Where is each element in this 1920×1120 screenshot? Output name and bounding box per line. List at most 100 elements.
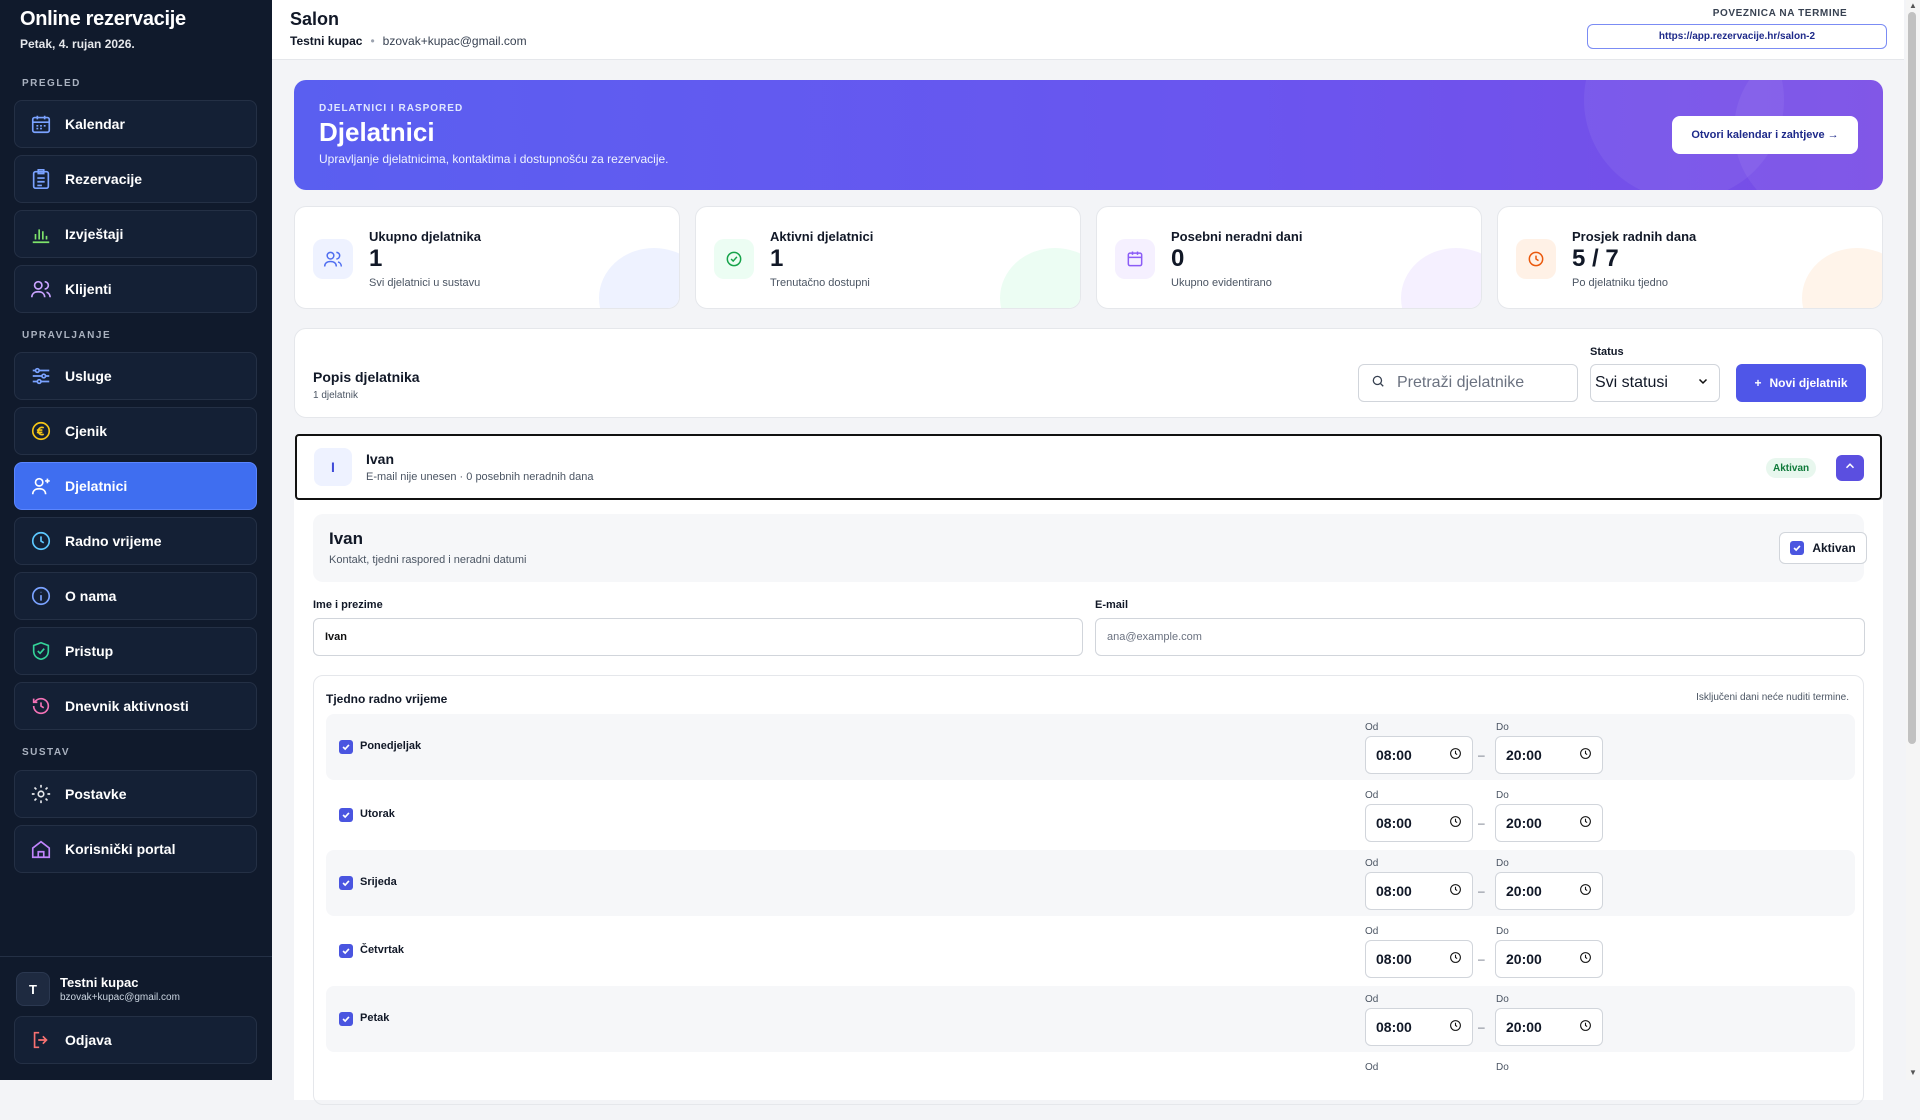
scroll-up-arrow[interactable]: ▲: [1909, 1, 1917, 10]
time-from-input[interactable]: 08:00: [1365, 804, 1473, 842]
booking-link[interactable]: https://app.rezervacije.hr/salon-2: [1587, 24, 1887, 49]
sidebar-item-dnevnik-aktivnosti[interactable]: Dnevnik aktivnosti: [14, 682, 257, 730]
scrollbar-thumb[interactable]: [1908, 12, 1916, 744]
time-to-value: 20:00: [1506, 747, 1542, 763]
chevron-up-icon: [1843, 459, 1857, 478]
day-name: Ponedjeljak: [360, 740, 422, 752]
to-label: Do: [1496, 790, 1509, 801]
to-label: Do: [1496, 858, 1509, 869]
day-row: Utorak Od Do 08:00 – 20:00: [326, 782, 1855, 848]
active-label: Aktivan: [1812, 541, 1856, 555]
topbar-user: Testni kupac: [290, 34, 363, 48]
sidebar-item-djelatnici[interactable]: Djelatnici: [14, 462, 257, 510]
sidebar: Online rezervacije Petak, 4. rujan 2026.…: [0, 0, 272, 1080]
stat-subtitle: Po djelatniku tjedno: [1572, 277, 1669, 289]
sidebar-item-usluge[interactable]: Usluge: [14, 352, 257, 400]
topbar-subtitle: Testni kupac • bzovak+kupac@gmail.com: [290, 34, 527, 48]
sidebar-item-o-nama[interactable]: O nama: [14, 572, 257, 620]
from-label: Od: [1365, 1062, 1379, 1073]
calendar-icon: [1115, 239, 1155, 279]
search-input[interactable]: Pretraži djelatnike: [1358, 364, 1578, 402]
weekly-schedule-note: Isključeni dani neće nuditi termine.: [1696, 692, 1849, 703]
employee-row[interactable]: I Ivan E-mail nije unesen · 0 posebnih n…: [295, 434, 1882, 500]
time-separator: –: [1478, 884, 1485, 898]
active-checkbox[interactable]: Aktivan: [1779, 532, 1867, 564]
sidebar-item-pristup[interactable]: Pristup: [14, 627, 257, 675]
day-checkbox[interactable]: [339, 808, 353, 822]
topbar-email: bzovak+kupac@gmail.com: [382, 34, 527, 48]
hero-banner: DJELATNICI I RASPORED Djelatnici Upravlj…: [294, 80, 1883, 190]
sidebar-item-postavke[interactable]: Postavke: [14, 770, 257, 818]
hero-title: Djelatnici: [319, 117, 435, 147]
time-from-input[interactable]: 08:00: [1365, 1008, 1473, 1046]
weekly-schedule: Tjedno radno vrijeme Isključeni dani neć…: [313, 675, 1864, 1105]
day-checkbox[interactable]: [339, 876, 353, 890]
search-icon: [1371, 374, 1385, 393]
clock-icon: [1579, 815, 1592, 831]
time-from-input[interactable]: 08:00: [1365, 940, 1473, 978]
sidebar-item-kalendar[interactable]: Kalendar: [14, 100, 257, 148]
sidebar-item-izvjestaji[interactable]: Izvještaji: [14, 210, 257, 258]
day-row: Četvrtak Od Do 08:00 – 20:00: [326, 918, 1855, 984]
time-to-input[interactable]: 20:00: [1495, 1008, 1603, 1046]
status-filter-select[interactable]: Svi statusi: [1590, 364, 1720, 402]
name-field-label: Ime i prezime: [313, 599, 383, 611]
sidebar-item-radno-vrijeme[interactable]: Radno vrijeme: [14, 517, 257, 565]
time-from-value: 08:00: [1376, 747, 1412, 763]
stat-card-average: Prosjek radnih dana 5 / 7 Po djelatniku …: [1497, 206, 1883, 309]
status-filter-value: Svi statusi: [1595, 374, 1668, 391]
scroll-down-arrow[interactable]: ▼: [1909, 1068, 1917, 1077]
stat-title: Prosjek radnih dana: [1572, 229, 1697, 244]
time-from-value: 08:00: [1376, 1019, 1412, 1035]
time-to-input[interactable]: 20:00: [1495, 872, 1603, 910]
clock-icon: [29, 529, 53, 553]
day-checkbox[interactable]: [339, 944, 353, 958]
sidebar-item-label: Rezervacije: [65, 171, 143, 187]
new-employee-button[interactable]: + Novi djelatnik: [1736, 364, 1866, 402]
sidebar-item-label: O nama: [65, 588, 117, 604]
chevron-down-icon: [1697, 374, 1709, 392]
day-row: Srijeda Od Do 08:00 – 20:00: [326, 850, 1855, 916]
stat-subtitle: Ukupno evidentirano: [1171, 277, 1272, 289]
employee-name: Ivan: [366, 451, 395, 467]
time-from-input[interactable]: 08:00: [1365, 872, 1473, 910]
email-field[interactable]: ana@example.com: [1095, 618, 1865, 656]
sidebar-item-label: Usluge: [65, 368, 112, 384]
shield-check-icon: [29, 639, 53, 663]
sidebar-item-klijenti[interactable]: Klijenti: [14, 265, 257, 313]
app-title: Online rezervacije: [20, 8, 186, 30]
collapse-button[interactable]: [1836, 455, 1864, 481]
day-row: Od Do: [326, 1054, 1855, 1120]
day-name: Utorak: [360, 808, 395, 820]
time-from-input[interactable]: 08:00: [1365, 736, 1473, 774]
stat-decoration: [599, 248, 679, 308]
stat-value: 1: [369, 245, 383, 272]
gear-icon: [29, 782, 53, 806]
list-title: Popis djelatnika: [313, 369, 420, 385]
day-checkbox[interactable]: [339, 1012, 353, 1026]
clock-icon: [1579, 883, 1592, 899]
email-field-label: E-mail: [1095, 599, 1129, 611]
info-icon: [29, 584, 53, 608]
logout-button[interactable]: Odjava: [14, 1016, 257, 1064]
hero-kicker: DJELATNICI I RASPORED: [319, 103, 464, 114]
time-to-input[interactable]: 20:00: [1495, 940, 1603, 978]
clock-icon: [1449, 815, 1462, 831]
user-email: bzovak+kupac@gmail.com: [60, 992, 180, 1003]
time-to-input[interactable]: 20:00: [1495, 736, 1603, 774]
name-field[interactable]: Ivan: [313, 618, 1083, 656]
sidebar-item-cjenik[interactable]: Cjenik: [14, 407, 257, 455]
hero-description: Upravljanje djelatnicima, kontaktima i d…: [319, 152, 669, 166]
section-label-sustav: SUSTAV: [22, 747, 71, 758]
detail-name: Ivan: [329, 529, 364, 548]
sidebar-item-rezervacije[interactable]: Rezervacije: [14, 155, 257, 203]
day-checkbox[interactable]: [339, 740, 353, 754]
users-icon: [313, 239, 353, 279]
open-calendar-button[interactable]: Otvori kalendar i zahtjeve →: [1672, 116, 1858, 154]
sidebar-item-korisnicki-portal[interactable]: Korisnički portal: [14, 825, 257, 873]
status-filter-label: Status: [1590, 346, 1624, 358]
time-to-input[interactable]: 20:00: [1495, 804, 1603, 842]
stat-title: Ukupno djelatnika: [369, 229, 481, 244]
detail-description: Kontakt, tjedni raspored i neradni datum…: [329, 554, 527, 566]
clipboard-icon: [29, 167, 53, 191]
